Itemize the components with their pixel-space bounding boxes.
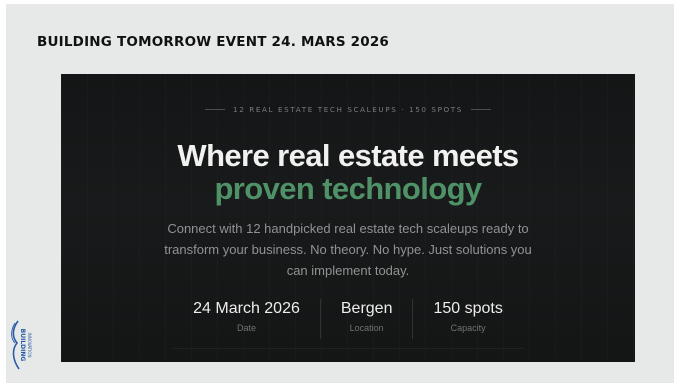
eyebrow: 12 REAL ESTATE TECH SCALEUPS · 150 SPOTS [61,105,635,114]
stats-divider [173,348,523,349]
headline-line-1: Where real estate meets [177,138,519,173]
eyebrow-text: 12 REAL ESTATE TECH SCALEUPS · 150 SPOTS [233,105,463,114]
stat-value: Bergen [340,300,393,317]
stat-value: 24 March 2026 [193,300,300,317]
stat-label: Capacity [450,323,486,333]
stat-capacity: 150 spots Capacity [412,299,522,339]
slide-title: BUILDING TOMORROW EVENT 24. MARS 2026 [37,34,390,50]
event-stats: 24 March 2026 Date Bergen Location 150 s… [173,299,523,339]
headline-line-2: proven technology [214,171,482,206]
slide: BUILDING TOMORROW EVENT 24. MARS 2026 12… [6,4,674,383]
logo-icon: BUILDING INNOVATION [11,320,32,370]
hero-description: Connect with 12 handpicked real estate t… [164,221,532,278]
building-innovation-logo: BUILDING INNOVATION [11,319,41,371]
stat-value: 150 spots [433,300,503,317]
logo-text-innovation: INNOVATION [27,333,32,358]
logo-text-building: BUILDING [19,329,26,362]
hero-banner: 12 REAL ESTATE TECH SCALEUPS · 150 SPOTS… [61,74,635,362]
stat-label: Location [349,323,384,333]
stat-date: 24 March 2026 Date [173,299,320,339]
stat-label: Date [237,323,257,333]
eyebrow-rule-right [470,109,491,110]
stat-location: Bergen Location [319,299,413,339]
eyebrow-rule-left [205,109,226,110]
